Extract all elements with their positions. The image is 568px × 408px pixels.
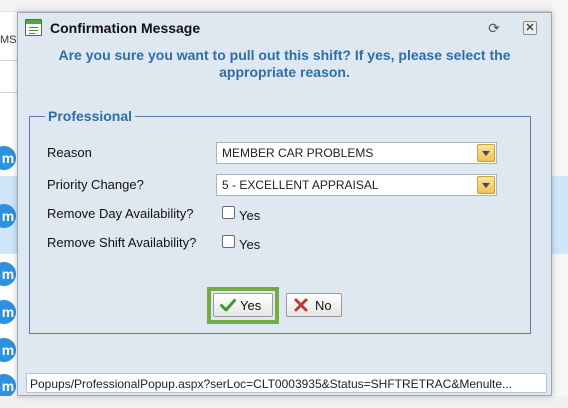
dialog-content: Are you sure you want to pull out this s… (28, 43, 541, 377)
background-bottom-strip (0, 396, 568, 408)
remove-day-label: Remove Day Availability? (47, 206, 194, 221)
x-icon (294, 298, 308, 312)
close-icon[interactable]: ✕ (523, 21, 537, 35)
chevron-down-icon[interactable] (477, 176, 495, 194)
refresh-icon[interactable]: ⟳ (487, 21, 501, 35)
priority-label: Priority Change? (47, 177, 144, 192)
background-row-highlight (552, 176, 568, 254)
background-topbar (0, 0, 568, 12)
reason-label: Reason (47, 145, 92, 160)
priority-select[interactable]: 5 - EXCELLENT APPRAISAL (216, 174, 497, 196)
dialog-title: Confirmation Message (50, 20, 201, 36)
reason-select-value: MEMBER CAR PROBLEMS (222, 146, 374, 160)
yes-button[interactable]: Yes (213, 293, 273, 317)
yes-button-label: Yes (240, 298, 262, 313)
confirmation-question: Are you sure you want to pull out this s… (58, 47, 511, 80)
confirmation-dialog: Confirmation Message ⟳ ✕ Are you sure yo… (17, 12, 552, 396)
background-divider (0, 60, 18, 61)
checkmark-icon (220, 299, 236, 312)
dialog-titlebar[interactable]: Confirmation Message ⟳ ✕ (18, 13, 551, 43)
remove-shift-checkbox-text[interactable]: Yes (239, 237, 260, 252)
message-window-icon (25, 19, 42, 36)
avatar[interactable]: m (0, 338, 16, 362)
fieldset-legend: Professional (45, 108, 136, 124)
background-divider (0, 92, 18, 93)
remove-day-checkbox[interactable] (222, 206, 235, 219)
no-button[interactable]: No (286, 293, 342, 317)
priority-select-value: 5 - EXCELLENT APPRAISAL (222, 178, 379, 192)
remove-shift-label: Remove Shift Availability? (47, 235, 197, 250)
professional-fieldset: Professional Reason MEMBER CAR PROBLEMS … (29, 108, 531, 334)
status-bar-url: Popups/ProfessionalPopup.aspx?serLoc=CLT… (26, 373, 547, 393)
remove-shift-checkbox[interactable] (222, 235, 235, 248)
avatar[interactable]: m (0, 374, 16, 398)
reason-select[interactable]: MEMBER CAR PROBLEMS (216, 142, 497, 164)
no-button-label: No (315, 298, 332, 313)
remove-day-checkbox-text[interactable]: Yes (239, 208, 260, 223)
avatar[interactable]: m (0, 262, 16, 286)
chevron-down-icon[interactable] (477, 144, 495, 162)
avatar[interactable]: m (0, 300, 16, 324)
avatar[interactable]: m (0, 146, 16, 170)
background-ms-text: MS (0, 34, 17, 46)
